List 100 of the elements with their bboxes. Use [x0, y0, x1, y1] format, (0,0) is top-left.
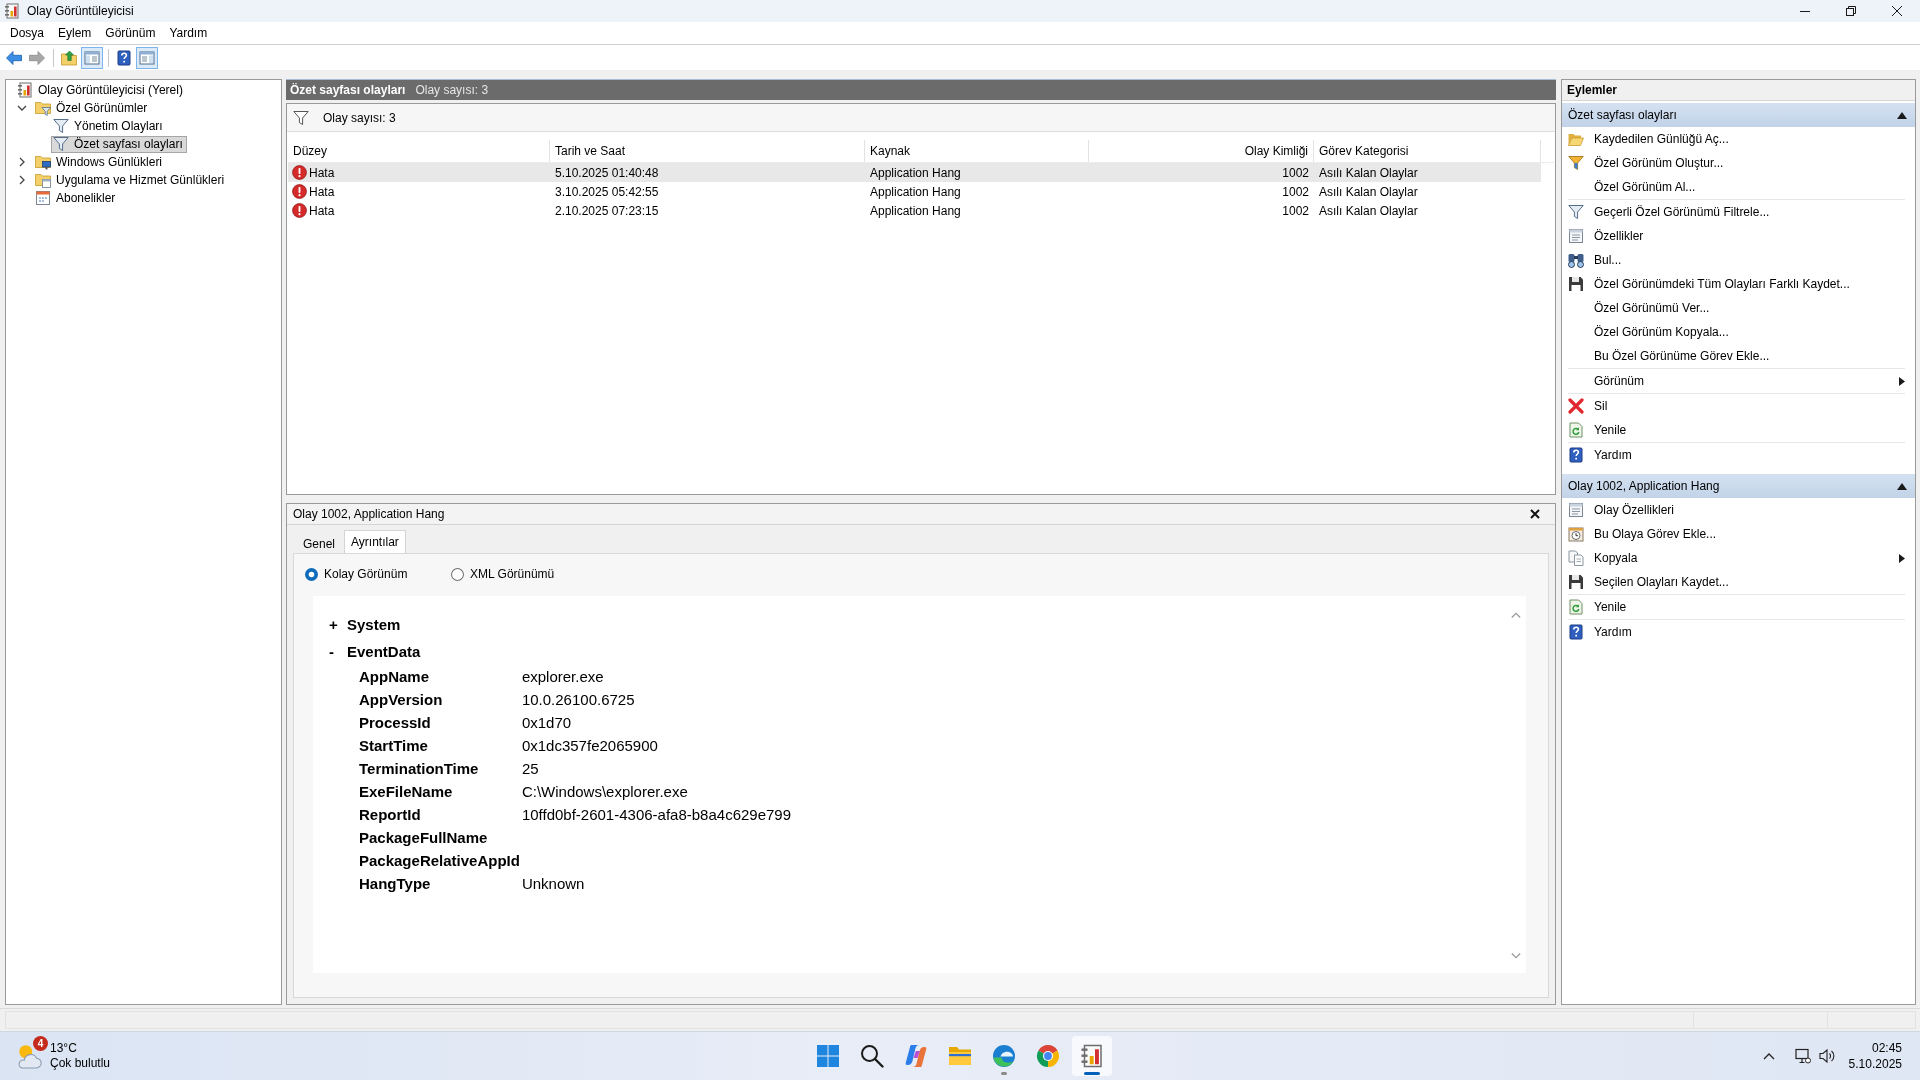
action-item[interactable]: Seçilen Olayları Kaydet... — [1568, 570, 1905, 594]
menu-item[interactable]: Yardım — [162, 24, 215, 42]
table-cell: Application Hang — [870, 203, 961, 218]
taskbar-app-button[interactable] — [1072, 1036, 1112, 1076]
arrow-right-icon — [29, 49, 45, 66]
column-header[interactable]: Olay Kimliği — [1089, 140, 1314, 162]
tree-item[interactable]: Olay Görüntüleyicisi (Yerel) — [15, 81, 187, 99]
table-row[interactable]: Hata 5.10.2025 01:40:48 Application Hang 1002 Asılı Kalan Olaylar — [288, 163, 1541, 182]
action-item[interactable]: Bul... — [1568, 248, 1905, 272]
folder-funnel-icon — [35, 100, 51, 116]
column-header[interactable]: Tarih ve Saat — [550, 140, 865, 162]
action-item[interactable]: Özel Görünüm Oluştur... — [1568, 151, 1905, 175]
table-row[interactable]: Hata 3.10.2025 05:42:55 Application Hang 1002 Asılı Kalan Olaylar — [288, 182, 1541, 201]
action-item[interactable]: Özel Görünüm Kopyala... — [1568, 320, 1905, 344]
section-header[interactable]: Olay 1002, Application Hang — [1562, 474, 1915, 498]
action-item[interactable]: Bu Olaya Görev Ekle... — [1568, 522, 1905, 546]
swirl-icon — [904, 1044, 928, 1068]
chevron-icon[interactable] — [17, 103, 27, 113]
window-panel-icon — [84, 49, 100, 66]
menu-item[interactable]: Dosya — [3, 24, 51, 42]
action-item[interactable]: Özellikler — [1568, 224, 1905, 248]
error-icon — [292, 184, 307, 199]
column-header[interactable]: Görev Kategorisi — [1314, 140, 1541, 162]
action-item[interactable]: Kaydedilen Günlüğü Aç... — [1568, 127, 1905, 151]
table-cell: 5.10.2025 01:40:48 — [555, 165, 659, 180]
action-item[interactable]: Olay Özellikleri — [1568, 498, 1905, 522]
tree-item[interactable]: Yönetim Olayları — [51, 117, 167, 135]
table-cell: Application Hang — [870, 184, 961, 199]
action-item[interactable]: Yenile — [1568, 595, 1905, 619]
column-header[interactable]: Düzey — [288, 140, 550, 162]
action-item[interactable]: Görünüm — [1568, 369, 1905, 393]
weather-condition[interactable]: Çok bulutlu — [50, 1056, 111, 1071]
table-cell: Hata — [309, 203, 335, 218]
log-book-icon — [17, 82, 33, 98]
field-name: PackageFullName — [359, 828, 489, 848]
funnel-icon — [53, 136, 69, 152]
collapse-icon[interactable] — [1897, 482, 1907, 490]
clock-time[interactable]: 02:45 — [1871, 1040, 1902, 1056]
field-name: TerminationTime — [359, 759, 480, 779]
expand-toggle[interactable]: + — [329, 616, 347, 633]
tab[interactable]: Ayrıntılar — [344, 530, 406, 553]
tree-item[interactable]: Windows Günlükleri — [33, 153, 167, 171]
calendar-icon — [35, 190, 51, 206]
chevron-icon[interactable] — [17, 175, 27, 185]
close-icon — [1530, 509, 1540, 519]
scroll-down-icon[interactable] — [1511, 953, 1521, 959]
tree-item[interactable]: Uygulama ve Hizmet Günlükleri — [33, 171, 229, 189]
tree-item[interactable]: Özel Görünümler — [33, 99, 152, 117]
arrow-left-icon — [6, 49, 22, 66]
folder-window-icon — [35, 172, 51, 188]
search-icon — [860, 1044, 884, 1068]
action-item[interactable]: Yardım — [1568, 443, 1905, 467]
action-item[interactable]: Kopyala — [1568, 546, 1905, 570]
notification-badge: 4 — [33, 1036, 48, 1051]
actions-title: Eylemler — [1562, 80, 1915, 101]
menu-item[interactable]: Görünüm — [98, 24, 163, 42]
speaker-icon[interactable] — [1818, 1048, 1835, 1064]
action-item[interactable]: Yenile — [1568, 418, 1905, 442]
temperature[interactable]: 13°C — [50, 1041, 111, 1056]
radio-button[interactable]: Kolay Görünüm — [305, 567, 451, 581]
action-item[interactable]: Özel Görünümü Ver... — [1568, 296, 1905, 320]
field-value: explorer.exe — [521, 667, 605, 687]
help-icon — [1568, 447, 1584, 463]
scroll-up-icon[interactable] — [1511, 612, 1521, 618]
section-header[interactable]: Özet sayfası olayları — [1562, 103, 1915, 127]
action-item[interactable]: Sil — [1568, 394, 1905, 418]
log-book-icon — [1080, 1044, 1104, 1068]
radio-button[interactable]: XML Görünümü — [451, 567, 597, 581]
field-value: 0x1d70 — [521, 713, 573, 733]
tab[interactable]: Genel — [296, 533, 343, 553]
tree-item[interactable]: Özet sayfası olayları — [51, 135, 187, 153]
folder-icon — [948, 1044, 972, 1068]
cross-icon — [1568, 398, 1584, 414]
filter-count: Olay sayısı: 3 — [323, 110, 396, 125]
table-cell: 2.10.2025 07:23:15 — [555, 203, 659, 218]
action-item[interactable]: Yardım — [1568, 620, 1905, 644]
clock-date[interactable]: 5.10.2025 — [1848, 1056, 1902, 1072]
tree-item[interactable]: Abonelikler — [33, 189, 120, 207]
field-name: AppVersion — [359, 690, 444, 710]
action-item[interactable]: Bu Özel Görünüme Görev Ekle... — [1568, 344, 1905, 368]
minimize-icon — [1800, 10, 1810, 12]
chevron-up-icon — [1762, 1052, 1775, 1060]
action-item[interactable]: Özel Görünüm Al... — [1568, 175, 1905, 199]
menu-item[interactable]: Eylem — [51, 24, 99, 42]
refresh-icon — [1568, 422, 1584, 438]
collapse-icon[interactable] — [1897, 111, 1907, 119]
field-name: ReportId — [359, 805, 422, 825]
open-folder-icon — [1568, 131, 1584, 147]
table-row[interactable]: Hata 2.10.2025 07:23:15 Application Hang 1002 Asılı Kalan Olaylar — [288, 201, 1541, 220]
field-value: Unknown — [521, 874, 586, 894]
chevron-icon[interactable] — [17, 157, 27, 167]
action-item[interactable]: Özel Görünümdeki Tüm Olayları Farklı Kaydet... — [1568, 272, 1905, 296]
field-name: HangType — [359, 874, 432, 894]
column-header[interactable]: Kaynak — [865, 140, 1089, 162]
action-item[interactable]: Geçerli Özel Görünümü Filtrele... — [1568, 200, 1905, 224]
action-pane-toggle-button[interactable] — [136, 46, 158, 69]
expand-toggle[interactable]: - — [329, 643, 347, 660]
monitor-icon[interactable] — [1794, 1048, 1811, 1064]
console-tree-toggle-button[interactable] — [81, 46, 103, 69]
window-title: Olay Görüntüleyicisi — [27, 4, 135, 18]
